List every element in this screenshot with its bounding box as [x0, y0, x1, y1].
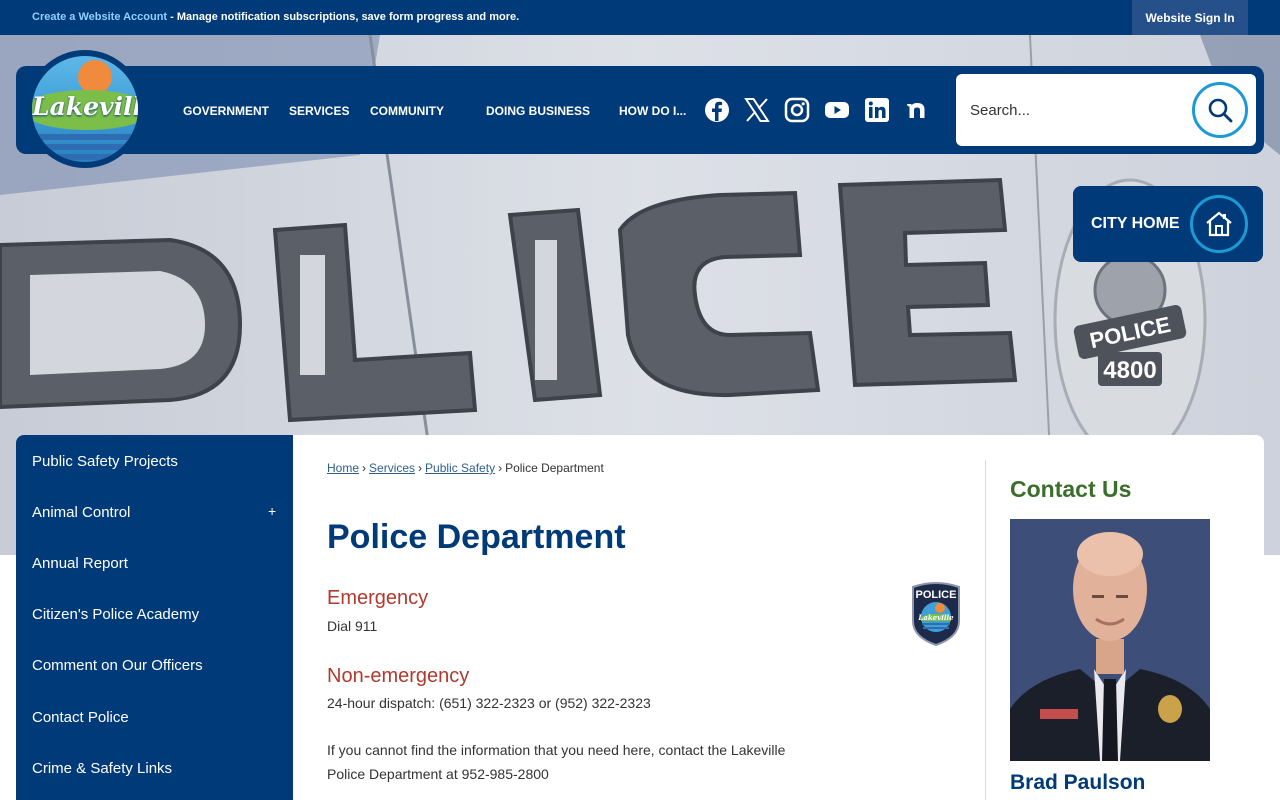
- logo-sun-icon: [78, 60, 112, 94]
- search-box: [956, 74, 1256, 146]
- patch-word: POLICE: [916, 589, 957, 601]
- nav-how-do-i[interactable]: HOW DO I...: [619, 104, 686, 118]
- home-icon: [1206, 211, 1232, 237]
- police-patch-icon: POLICE Lakeville: [912, 582, 960, 647]
- home-icon-circle: [1190, 195, 1248, 253]
- breadcrumb-services[interactable]: Services: [369, 461, 415, 475]
- logo-water-stripe: [32, 154, 138, 160]
- emergency-text: Dial 911: [327, 618, 378, 634]
- search-button[interactable]: [1192, 82, 1248, 138]
- linkedin-icon[interactable]: [864, 97, 890, 123]
- sidebar-item-citizens-police-academy[interactable]: Citizen's Police Academy: [32, 606, 199, 623]
- column-divider: [985, 460, 986, 800]
- breadcrumb-public-safety[interactable]: Public Safety: [425, 461, 495, 475]
- logo-text: Lakeville: [32, 92, 138, 121]
- facebook-icon[interactable]: [704, 97, 730, 123]
- breadcrumb-current: Police Department: [505, 461, 604, 475]
- sidebar-item-crime-safety-links[interactable]: Crime & Safety Links: [32, 760, 172, 777]
- sidebar-item-animal-control[interactable]: Animal Control: [32, 504, 130, 521]
- instagram-icon[interactable]: [784, 97, 810, 123]
- nextdoor-icon[interactable]: [904, 97, 930, 123]
- logo-water-stripe: [32, 134, 138, 140]
- expand-icon[interactable]: +: [268, 503, 276, 519]
- city-home-label: CITY HOME: [1091, 215, 1180, 232]
- sidebar-item-annual-report[interactable]: Annual Report: [32, 555, 128, 572]
- nav-doing-business[interactable]: DOING BUSINESS: [486, 104, 590, 118]
- lakeville-logo[interactable]: Lakeville: [26, 50, 144, 168]
- hero-badge-number: 4800: [1103, 357, 1156, 384]
- sidebar-item-public-safety-projects[interactable]: Public Safety Projects: [32, 453, 178, 470]
- emergency-heading: Emergency: [327, 587, 429, 609]
- breadcrumb-separator: ›: [362, 461, 367, 475]
- search-icon: [1208, 98, 1233, 123]
- search-input[interactable]: [970, 98, 1190, 122]
- nonemergency-heading: Non-emergency: [327, 665, 470, 687]
- breadcrumb: Home › Services › Public Safety › Police Depar…: [327, 461, 604, 475]
- logo-emblem: Lakeville: [32, 56, 138, 162]
- account-message: Create a Website Account - Manage notifi…: [32, 11, 519, 23]
- x-icon[interactable]: [744, 97, 770, 123]
- contact-heading: Contact Us: [1010, 476, 1132, 502]
- youtube-icon[interactable]: [824, 97, 850, 123]
- page-title: Police Department: [327, 518, 626, 556]
- info-text-line-2: Police Department at 952-985-2800: [327, 766, 549, 782]
- nonemergency-text: 24-hour dispatch: (651) 322-2323 or (952…: [327, 695, 651, 711]
- breadcrumb-separator: ›: [498, 461, 503, 475]
- breadcrumb-separator: ›: [418, 461, 423, 475]
- top-notification-bar: Create a Website Account - Manage notifi…: [0, 0, 1280, 35]
- account-message-text: - Manage notification subscriptions, sav…: [167, 11, 520, 23]
- website-sign-in-button[interactable]: Website Sign In: [1132, 0, 1248, 35]
- sidebar-item-comment-on-officers[interactable]: Comment on Our Officers: [32, 657, 203, 674]
- contact-photo: [1010, 519, 1210, 761]
- breadcrumb-home[interactable]: Home: [327, 461, 359, 475]
- create-account-link[interactable]: Create a Website Account: [32, 11, 167, 23]
- logo-water-stripe: [32, 144, 138, 150]
- patch-logo-text: Lakeville: [917, 613, 954, 622]
- info-text-line-1: If you cannot find the information that …: [327, 742, 786, 758]
- nav-government[interactable]: GOVERNMENT: [183, 104, 269, 118]
- contact-name[interactable]: Brad Paulson: [1010, 771, 1145, 795]
- nav-community[interactable]: COMMUNITY: [370, 104, 444, 118]
- nav-services[interactable]: SERVICES: [289, 104, 349, 118]
- sidebar-item-contact-police[interactable]: Contact Police: [32, 709, 129, 726]
- city-home-button[interactable]: CITY HOME: [1073, 186, 1263, 262]
